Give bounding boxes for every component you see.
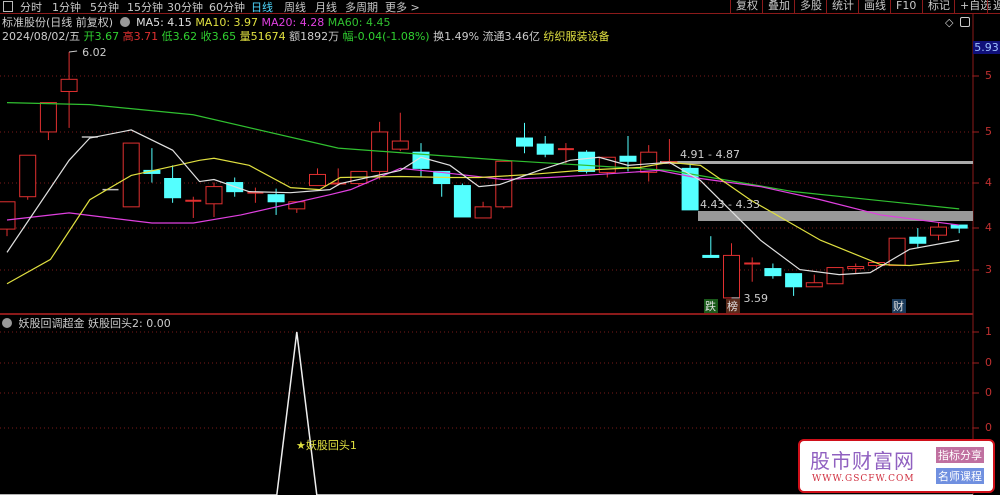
sub-axis-label: 0 — [985, 356, 992, 369]
candle-body — [764, 268, 782, 277]
high-pointer — [69, 50, 78, 53]
watermark-logo: 股市财富网 WWW.GSCFW.COM 指标分享 名师课程 — [798, 439, 995, 493]
band2-label: 4.43 - 4.33 — [700, 198, 760, 211]
indicator-value: 妖股回头2: 0.00 — [88, 317, 171, 330]
low-label: 3.59 — [744, 292, 769, 305]
candle-body — [288, 201, 306, 210]
indicator-name: 妖股回调超金 — [18, 317, 85, 330]
current-price-label: 5.93 — [973, 41, 1000, 54]
band1-label: 4.91 - 4.87 — [680, 148, 740, 161]
tag-courses[interactable]: 名师课程 — [936, 468, 984, 484]
indicator-title: 妖股回调超金 妖股回头2: 0.00 — [2, 315, 171, 331]
sub-axis-label: 1 — [985, 325, 992, 338]
kline-chart[interactable]: 6.02 3.59 4.91 - 4.87 4.43 - 4.33 跌榜 财 — [0, 0, 1000, 495]
signal-label: ★妖股回头1 — [296, 439, 357, 452]
candle-body — [785, 273, 803, 288]
candle-body — [930, 226, 947, 236]
candle-body — [805, 282, 823, 288]
mark-bang: 榜 — [727, 299, 738, 313]
candle-body — [888, 237, 906, 267]
candle-body — [19, 154, 37, 198]
candle-body — [453, 185, 471, 218]
candle-body — [702, 254, 720, 258]
candle-body — [164, 178, 182, 199]
mark-cai: 财 — [893, 299, 904, 313]
candle-body — [60, 78, 78, 92]
candle-body — [619, 155, 637, 162]
collapse-icon[interactable] — [2, 318, 12, 328]
candle-body — [723, 254, 740, 299]
mark-die: 跌 — [705, 299, 716, 313]
resistance-band-1 — [660, 161, 973, 164]
axis-label: 3 — [985, 263, 992, 276]
logo-name: 股市财富网 — [810, 449, 915, 473]
sub-axis-label: 0 — [985, 386, 992, 399]
ma10-line — [6, 157, 960, 285]
candle-body — [39, 102, 57, 133]
tag-share[interactable]: 指标分享 — [936, 447, 984, 463]
sub-axis-label: 0 — [985, 421, 992, 434]
candle-body — [309, 173, 326, 187]
logo-url: WWW.GSCFW.COM — [812, 474, 915, 484]
candle-body — [205, 186, 223, 205]
candle-body — [950, 224, 968, 229]
candle-body — [536, 143, 554, 155]
axis-label: 5 — [985, 125, 992, 138]
candle-body — [516, 137, 533, 147]
candle-body — [826, 267, 844, 285]
candle-body — [847, 266, 865, 270]
candle-body — [267, 194, 285, 203]
candle-body — [391, 140, 409, 150]
candle-body — [0, 201, 16, 230]
axis-label: 4 — [985, 176, 992, 189]
axis-label: 4 — [985, 221, 992, 234]
ma60-line — [6, 102, 960, 210]
candle-body — [474, 206, 492, 219]
candle-body — [495, 160, 513, 208]
candle-body — [578, 151, 596, 172]
axis-label: 5 — [985, 69, 992, 82]
candle-body — [909, 236, 927, 244]
high-label: 6.02 — [82, 46, 107, 59]
